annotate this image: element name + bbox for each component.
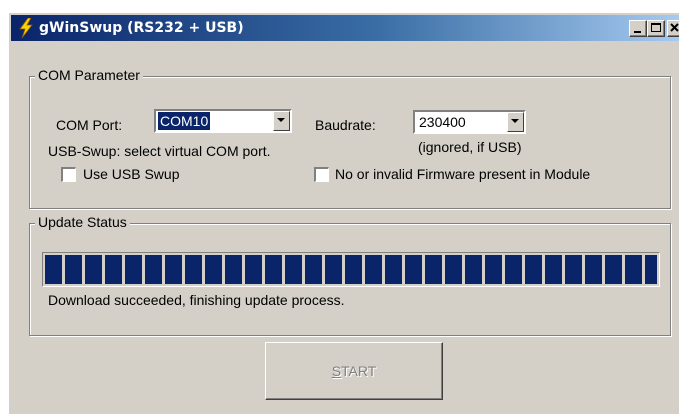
start-button-mnemonic: S	[331, 363, 342, 379]
close-icon	[670, 23, 679, 32]
update-status-legend: Update Status	[35, 214, 130, 230]
app-window: gWinSwup (RS232 + USB) COM Parameter COM…	[8, 12, 679, 414]
lightning-icon	[19, 18, 33, 38]
com-port-label: COM Port:	[56, 117, 123, 133]
progress-segment	[165, 255, 182, 284]
progress-segment	[485, 255, 502, 284]
window-title: gWinSwup (RS232 + USB)	[39, 20, 244, 36]
progress-bar	[42, 252, 660, 287]
progress-segment	[205, 255, 222, 284]
minimize-button[interactable]	[629, 20, 647, 37]
close-button[interactable]	[667, 20, 679, 37]
progress-bar-fill	[45, 255, 657, 284]
progress-segment	[265, 255, 282, 284]
progress-segment	[325, 255, 342, 284]
progress-segment	[245, 255, 262, 284]
com-port-select[interactable]: COM10	[153, 108, 293, 134]
baudrate-value: 230400	[419, 114, 466, 130]
chevron-down-icon	[277, 118, 285, 122]
progress-segment	[285, 255, 302, 284]
com-parameter-legend: COM Parameter	[35, 67, 143, 83]
progress-segment	[605, 255, 622, 284]
start-button-label: TART	[341, 363, 377, 379]
progress-segment	[85, 255, 102, 284]
title-bar[interactable]: gWinSwup (RS232 + USB)	[11, 15, 679, 41]
progress-segment	[585, 255, 602, 284]
status-text: Download succeeded, finishing update pro…	[48, 292, 345, 308]
progress-segment	[65, 255, 82, 284]
progress-segment	[225, 255, 242, 284]
progress-segment	[505, 255, 522, 284]
progress-segment	[105, 255, 122, 284]
progress-segment	[385, 255, 402, 284]
use-usb-checkbox[interactable]	[61, 167, 76, 182]
progress-segment	[545, 255, 562, 284]
maximize-icon	[651, 23, 661, 32]
progress-segment	[125, 255, 142, 284]
progress-segment	[365, 255, 382, 284]
progress-segment	[425, 255, 442, 284]
baudrate-hint-text: (ignored, if USB)	[418, 139, 522, 155]
progress-segment	[565, 255, 582, 284]
progress-segment	[645, 255, 657, 284]
maximize-button[interactable]	[647, 20, 665, 37]
progress-segment	[45, 255, 62, 284]
baudrate-dropdown-button[interactable]	[507, 112, 524, 132]
use-usb-label[interactable]: Use USB Swup	[83, 165, 179, 183]
com-port-dropdown-button[interactable]	[273, 111, 290, 131]
progress-segment	[465, 255, 482, 284]
progress-segment	[445, 255, 462, 284]
progress-segment	[525, 255, 542, 284]
progress-segment	[405, 255, 422, 284]
chevron-down-icon	[511, 119, 519, 123]
baudrate-select[interactable]: 230400	[412, 109, 527, 135]
no-firmware-checkbox[interactable]	[314, 167, 329, 182]
no-firmware-label[interactable]: No or invalid Firmware present in Module	[335, 165, 590, 183]
baudrate-label: Baudrate:	[315, 117, 376, 133]
progress-segment	[625, 255, 642, 284]
minimize-icon	[634, 31, 641, 33]
progress-segment	[305, 255, 322, 284]
progress-segment	[145, 255, 162, 284]
progress-segment	[345, 255, 362, 284]
usb-hint-text: USB-Swup: select virtual COM port.	[48, 143, 271, 159]
start-button[interactable]: START	[265, 342, 443, 400]
progress-segment	[185, 255, 202, 284]
com-port-value: COM10	[158, 112, 211, 130]
